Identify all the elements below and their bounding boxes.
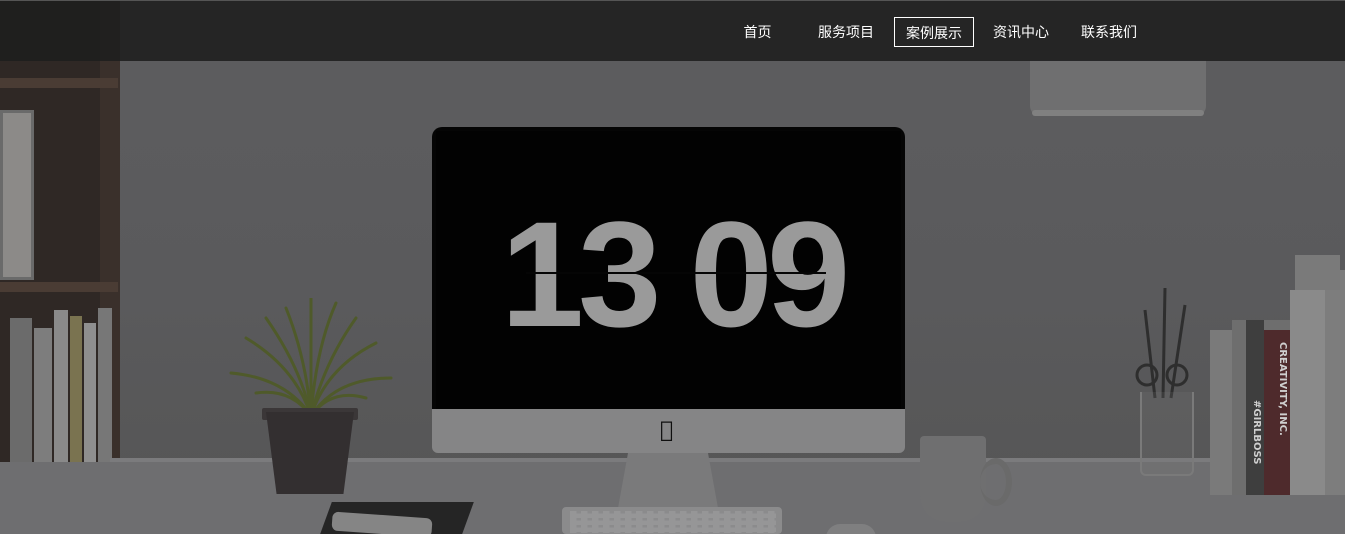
imac-computer: 1309  — [432, 127, 905, 453]
coffee-mug-handle — [980, 458, 1012, 506]
pendant-lamp-rim — [1032, 110, 1204, 116]
pendant-lamp — [1030, 60, 1206, 116]
shelf-board — [0, 282, 118, 292]
book-spine-girlboss: #GIRLBOSS — [1251, 400, 1262, 464]
clock-hours: 13 — [500, 190, 662, 358]
bookshelf — [0, 0, 120, 534]
nav-item-news[interactable]: 资讯中心 — [985, 17, 1057, 47]
book-spine-creativity: CREATIVITY, INC. — [1277, 342, 1288, 436]
plant-pot — [266, 412, 354, 494]
top-navbar: 首页 服务项目 案例展示 资讯中心 联系我们 — [0, 0, 1345, 61]
flip-clock: 13 09 — [436, 199, 909, 349]
pens-and-scissors — [1135, 287, 1189, 399]
nav-item-services[interactable]: 服务项目 — [810, 17, 882, 47]
picture-frame — [0, 110, 34, 280]
nav-item-contact[interactable]: 联系我们 — [1073, 17, 1145, 47]
coffee-mug — [920, 436, 986, 522]
imac-stand — [618, 453, 718, 508]
nav-item-cases[interactable]: 案例展示 — [894, 17, 974, 47]
potted-plant-leaves — [229, 298, 393, 418]
mouse — [826, 524, 876, 534]
pen-holder — [1140, 392, 1194, 476]
shelf-board — [0, 78, 118, 88]
flip-clock-divider — [526, 272, 826, 274]
apple-logo-icon:  — [660, 418, 673, 443]
nav-item-home[interactable]: 首页 — [735, 17, 780, 47]
imac-screen: 13 09 — [436, 131, 901, 409]
hero-banner: 1309  CREATIVITY, INC. #GIRLBOSS — [0, 0, 1345, 534]
keyboard-keys — [570, 511, 776, 533]
stacked-books-right: CREATIVITY, INC. #GIRLBOSS — [1210, 255, 1345, 495]
shelf-books — [10, 308, 115, 478]
clock-minutes: 09 — [689, 190, 851, 358]
